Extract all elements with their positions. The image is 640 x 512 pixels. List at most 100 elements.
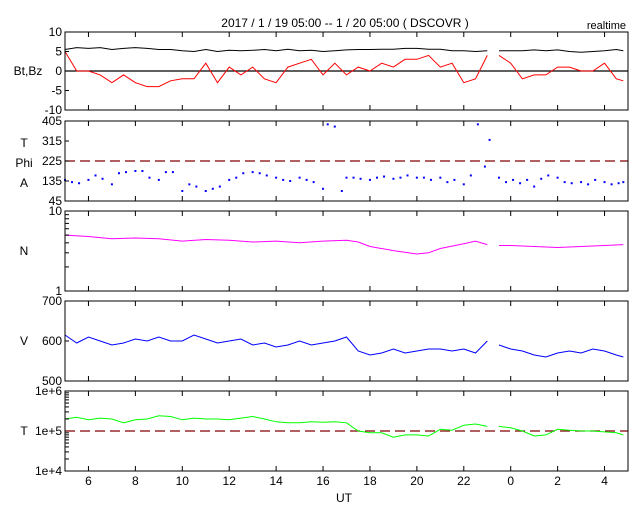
data-point-phi [375, 176, 378, 179]
y-axis-label: N [20, 244, 29, 258]
data-point-phi [469, 174, 472, 177]
x-tick-label: 6 [85, 474, 92, 488]
y-axis-label: V [20, 334, 28, 348]
series-line-n [64, 234, 488, 255]
panel-frame [64, 300, 629, 382]
data-point-phi [101, 177, 104, 180]
data-point-phi [211, 187, 214, 190]
x-tick-label: 22 [457, 474, 471, 488]
data-point-phi [265, 174, 268, 177]
data-point-phi [617, 182, 620, 185]
data-point-phi [547, 174, 550, 177]
data-point-phi [218, 185, 221, 188]
data-point-phi [110, 183, 113, 186]
y-tick-label: 1e+5 [35, 424, 62, 438]
data-point-phi [610, 183, 613, 186]
data-point-phi [333, 125, 336, 128]
data-point-phi [392, 177, 395, 180]
series-line-bz [498, 54, 624, 82]
data-point-phi [429, 178, 432, 181]
series-line-v [64, 334, 488, 356]
data-point-phi [71, 181, 74, 184]
x-tick-label: 20 [410, 474, 424, 488]
data-point-phi [298, 176, 301, 179]
y-axis-label: T [20, 136, 28, 150]
x-tick-label: 12 [223, 474, 237, 488]
data-point-phi [622, 181, 625, 184]
y-axis-label: A [20, 176, 28, 190]
data-point-phi [181, 190, 184, 192]
data-point-phi [242, 172, 245, 175]
data-point-phi [505, 181, 508, 184]
data-point-phi [422, 176, 425, 179]
data-point-phi [580, 181, 583, 184]
y-tick-label: 135 [42, 174, 62, 188]
x-tick-label: 16 [316, 474, 330, 488]
data-point-phi [519, 182, 522, 185]
data-point-phi [603, 181, 606, 184]
y-axis-label: Phi [15, 156, 32, 170]
data-point-phi [399, 176, 402, 179]
data-point-phi [415, 176, 418, 179]
data-point-phi [533, 185, 536, 188]
data-point-phi [171, 171, 174, 174]
data-point-phi [462, 183, 465, 186]
data-point-phi [195, 185, 198, 188]
y-tick-label: 700 [42, 294, 62, 308]
data-point-phi [204, 190, 207, 192]
data-point-phi [587, 183, 590, 186]
y-tick-label: 1e+6 [35, 384, 62, 398]
data-point-phi [117, 172, 120, 175]
data-point-phi [94, 174, 97, 177]
y-tick-label: 10 [49, 25, 63, 39]
series-line-bz [64, 51, 488, 88]
x-tick-label: 14 [269, 474, 283, 488]
data-point-phi [570, 182, 573, 185]
data-point-phi [251, 171, 254, 174]
x-tick-label: 2 [554, 474, 561, 488]
data-point-phi [594, 178, 597, 181]
panel-mag: 1050-5-10Bt,Bz [14, 25, 629, 117]
data-point-phi [134, 170, 137, 172]
data-point-phi [497, 176, 500, 179]
realtime-label: realtime [587, 20, 626, 32]
data-point-phi [512, 178, 515, 181]
data-point-phi [124, 171, 127, 174]
x-tick-label: 10 [176, 474, 190, 488]
solar-wind-chart: 2017 / 1 / 19 05:00 -- 1 / 20 05:00 ( DS… [14, 16, 629, 505]
data-point-phi [446, 181, 449, 184]
y-tick-label: 1e+4 [35, 464, 62, 478]
data-point-phi [289, 180, 292, 182]
data-point-phi [352, 176, 355, 179]
y-tick-label: 0 [55, 64, 62, 78]
data-point-phi [483, 165, 486, 168]
data-point-phi [453, 178, 456, 181]
y-tick-label: 315 [42, 134, 62, 148]
panel-phi: 40531522513545TPhiA [15, 114, 629, 208]
data-point-phi [78, 182, 81, 185]
data-point-phi [540, 177, 543, 180]
series-line-v [498, 344, 624, 358]
x-tick-label: 18 [363, 474, 377, 488]
data-point-phi [305, 178, 308, 181]
y-axis-label: Bt,Bz [14, 64, 43, 78]
data-point-phi [406, 174, 409, 177]
chart-title: 2017 / 1 / 19 05:00 -- 1 / 20 05:00 ( DS… [221, 16, 468, 30]
data-point-phi [282, 178, 285, 181]
panel-frame [64, 210, 629, 292]
data-point-phi [326, 123, 329, 126]
data-point-phi [563, 181, 566, 184]
data-point-phi [157, 178, 160, 181]
series-line-n [499, 244, 624, 249]
y-tick-label: 600 [42, 334, 62, 348]
panel-density: 101N [20, 204, 629, 298]
series-line-bt [64, 47, 488, 53]
x-axis-label: UT [336, 491, 353, 505]
data-point-phi [526, 178, 529, 181]
data-point-phi [368, 178, 371, 181]
y-tick-label: 405 [42, 114, 62, 128]
data-point-phi [141, 170, 144, 172]
y-axis-label: T [20, 424, 28, 438]
panel-temperature: 1e+6 1e+5 1e+4 T [20, 384, 629, 478]
data-point-phi [188, 183, 191, 186]
